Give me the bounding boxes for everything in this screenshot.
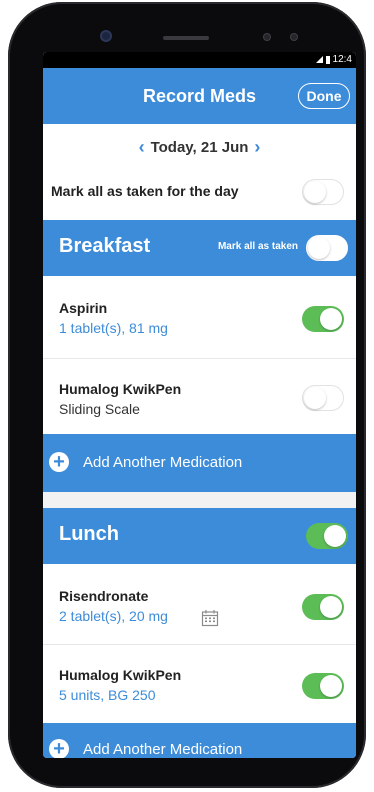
med-name: Humalog KwikPen: [59, 381, 182, 397]
plus-circle-icon: +: [49, 452, 69, 472]
med-name: Risendronate: [59, 588, 149, 604]
add-medication-button-breakfast[interactable]: + Add Another Medication: [43, 434, 356, 492]
light-sensor: [290, 33, 298, 41]
taken-toggle[interactable]: [302, 673, 344, 699]
list-item: Risendronate 2 tablet(s), 20 mg: [43, 564, 356, 644]
taken-toggle[interactable]: [302, 594, 344, 620]
med-detail: Sliding Scale: [59, 401, 140, 417]
phone-frame: 12:4 Record Meds Done ‹ Today, 21 Jun › …: [8, 2, 366, 788]
med-detail: 2 tablet(s), 20 mg: [59, 608, 168, 624]
med-detail: 1 tablet(s), 81 mg: [59, 320, 168, 336]
proximity-sensor: [263, 33, 271, 41]
med-detail: 5 units, BG 250: [59, 687, 156, 703]
header-bar: Record Meds Done: [43, 68, 356, 124]
earpiece-speaker: [163, 36, 209, 40]
section-header-breakfast: Breakfast Mark all as taken: [43, 220, 356, 276]
date-navigator: ‹ Today, 21 Jun ›: [43, 136, 356, 158]
lunch-mark-all-toggle[interactable]: [306, 523, 348, 549]
section-title: Lunch: [59, 523, 119, 545]
med-name: Humalog KwikPen: [59, 667, 182, 683]
done-button[interactable]: Done: [298, 83, 350, 109]
taken-toggle[interactable]: [302, 385, 344, 411]
calendar-icon[interactable]: [201, 609, 219, 627]
mark-all-label: Mark all as taken: [217, 241, 298, 252]
section-header-lunch: Lunch: [43, 508, 356, 564]
add-medication-button-lunch[interactable]: + Add Another Medication: [43, 723, 356, 758]
status-bar: 12:4: [43, 52, 356, 68]
add-medication-label: Add Another Medication: [83, 741, 243, 758]
battery-icon: [325, 55, 330, 64]
mark-all-day-row: Mark all as taken for the day: [43, 164, 356, 220]
list-item: Humalog KwikPen Sliding Scale: [43, 359, 356, 434]
section-title: Breakfast: [59, 235, 151, 257]
chevron-right-icon[interactable]: ›: [254, 138, 260, 156]
signal-icon: [315, 56, 323, 63]
section-gap: [43, 492, 356, 508]
chevron-left-icon[interactable]: ‹: [139, 138, 145, 156]
date-label: Today, 21 Jun: [150, 138, 249, 156]
taken-toggle[interactable]: [302, 306, 344, 332]
mark-all-day-toggle[interactable]: [302, 179, 344, 205]
status-time: 12:4: [332, 54, 352, 65]
list-item: Humalog KwikPen 5 units, BG 250: [43, 645, 356, 723]
mark-all-day-label: Mark all as taken for the day: [51, 183, 239, 199]
app-screen: 12:4 Record Meds Done ‹ Today, 21 Jun › …: [43, 52, 356, 758]
med-name: Aspirin: [59, 300, 108, 316]
add-medication-label: Add Another Medication: [83, 454, 243, 471]
list-item: Aspirin 1 tablet(s), 81 mg: [43, 276, 356, 358]
plus-circle-icon: +: [49, 739, 69, 758]
front-camera: [100, 30, 112, 42]
breakfast-mark-all-toggle[interactable]: [306, 235, 348, 261]
